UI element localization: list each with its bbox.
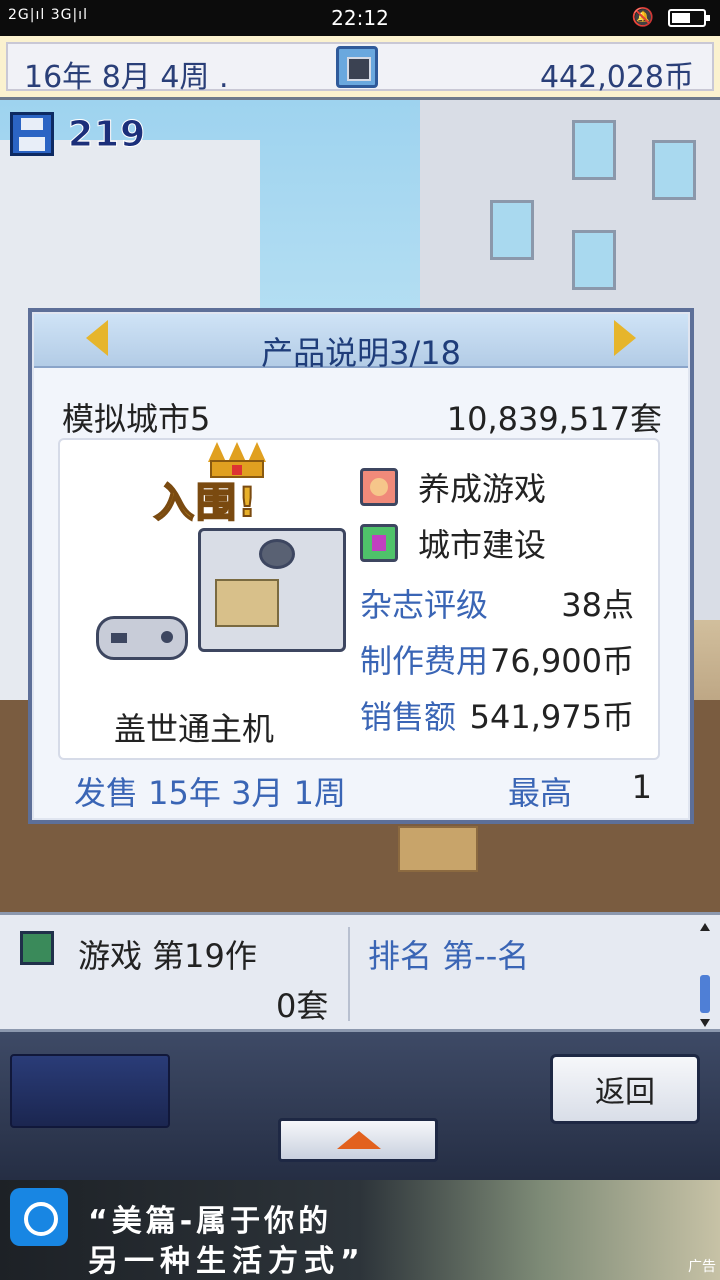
app-logo-icon	[10, 1188, 68, 1246]
release-date: 发售 15年 3月 1周	[74, 774, 346, 812]
dialog-title: 产品说明3/18	[261, 334, 461, 372]
magazine-rating-value: 38点	[561, 586, 634, 624]
building-window	[490, 200, 534, 260]
status-bar: 2G|ıl 3G|ıl 22:12 🔕	[0, 0, 720, 36]
genre-item: 养成游戏	[360, 464, 546, 510]
menu-icon[interactable]	[336, 46, 378, 88]
product-dialog: 产品说明3/18 模拟城市5 10,839,517套 入围! 盖世通主机 养成游…	[28, 308, 694, 824]
top-bar: 16年 8月 4周 . 442,028币	[0, 36, 720, 100]
genre-item: 城市建设	[360, 520, 546, 566]
mute-icon: 🔕	[631, 7, 654, 28]
ad-headline: “美篇-属于你的	[88, 1204, 333, 1239]
units-sold: 10,839,517套	[446, 400, 662, 438]
gem-icon	[360, 524, 398, 562]
expand-up-button[interactable]	[278, 1118, 438, 1162]
game-info-bar: 游戏 第19作 0套 排名 第--名	[0, 912, 720, 1032]
save-counter[interactable]: 219	[10, 112, 146, 156]
battery-icon	[668, 8, 710, 27]
ad-banner[interactable]: “美篇-属于你的 另一种生活方式” 广告	[0, 1180, 720, 1280]
control-panel: 返回	[0, 1032, 720, 1180]
floppy-disk-icon	[10, 112, 54, 156]
sales-revenue-label: 销售额	[360, 698, 457, 736]
scrollbar[interactable]	[698, 923, 712, 1027]
platform-name: 盖世通主机	[114, 710, 275, 748]
peak-rank-label: 最高	[508, 774, 573, 812]
next-arrow-icon[interactable]	[614, 320, 636, 356]
product-name: 模拟城市5	[62, 400, 211, 438]
award-badge: 入围!	[153, 479, 259, 527]
building-window	[652, 140, 696, 200]
magazine-rating-label: 杂志评级	[360, 586, 489, 624]
gamepad-icon	[96, 616, 188, 660]
coin-balance: 442,028币	[539, 60, 694, 95]
production-cost-value: 76,900币	[490, 642, 634, 680]
save-count: 219	[67, 113, 147, 155]
building-window	[572, 120, 616, 180]
clock: 22:12	[331, 6, 389, 30]
ad-label: 广告	[688, 1259, 716, 1275]
ranking: 排名 第--名	[368, 937, 530, 975]
divider	[348, 927, 350, 1021]
peak-rank-value: 1	[631, 768, 652, 806]
back-button[interactable]: 返回	[550, 1054, 700, 1124]
cardboard-boxes	[398, 826, 478, 872]
scroll-thumb[interactable]	[700, 975, 710, 1013]
game-date: 16年 8月 4周 .	[24, 60, 229, 95]
game-sold: 0套	[276, 987, 329, 1025]
left-slot	[10, 1054, 170, 1128]
product-info-panel: 入围! 盖世通主机 养成游戏 城市建设 杂志评级 38点 制作费用 76,900…	[58, 438, 660, 760]
game-cartridge-icon	[20, 931, 54, 965]
genre-label: 养成游戏	[418, 470, 547, 508]
sales-revenue-value: 541,975币	[469, 698, 634, 736]
genre-label: 城市建设	[418, 526, 547, 564]
ad-subline: 另一种生活方式”	[88, 1244, 366, 1279]
dialog-header: 产品说明3/18	[34, 314, 688, 372]
production-cost-label: 制作费用	[360, 642, 489, 680]
game-count: 游戏 第19作	[78, 937, 257, 975]
game-console-icon	[198, 528, 346, 652]
building-window	[572, 230, 616, 290]
face-icon	[360, 468, 398, 506]
